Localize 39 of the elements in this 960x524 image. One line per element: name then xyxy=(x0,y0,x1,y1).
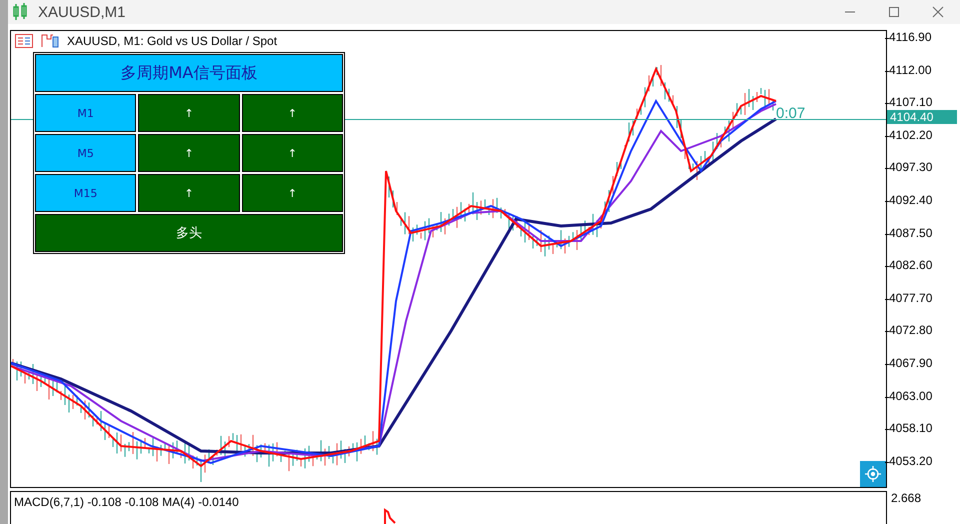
macd-label: MACD(6,7,1) -0.108 -0.108 MA(4) -0.0140 xyxy=(14,495,239,509)
current-price-label: 4104.40 xyxy=(887,110,957,124)
price-tick: 4053.20 xyxy=(887,454,932,468)
price-tick: 4112.00 xyxy=(887,62,932,77)
price-tick: 4058.10 xyxy=(887,421,932,436)
maximize-icon xyxy=(888,6,900,18)
price-tick: 4092.40 xyxy=(887,193,932,207)
timeframe-label: M15 xyxy=(35,174,136,212)
price-tick: 4082.60 xyxy=(887,258,932,272)
chart-icon[interactable] xyxy=(41,34,59,48)
list-icon[interactable] xyxy=(15,34,33,48)
signal-cell: ↑ xyxy=(138,94,240,132)
timeframe-label: M5 xyxy=(35,134,136,172)
signal-cell: ↑ xyxy=(138,174,240,212)
crosshair-icon xyxy=(865,466,881,482)
candlestick-icon xyxy=(12,3,28,21)
close-icon xyxy=(932,6,944,18)
price-tick: 4077.70 xyxy=(887,290,932,305)
signal-cell: ↑ xyxy=(242,94,343,132)
macd-tick: 2.668 xyxy=(891,491,922,505)
timeframe-label: M1 xyxy=(35,94,136,132)
price-tick: 4102.20 xyxy=(887,128,932,142)
signal-cell: ↑ xyxy=(242,174,343,212)
price-tick: 4087.50 xyxy=(887,226,932,240)
price-tick: 4072.80 xyxy=(887,323,932,338)
signal-cell: ↑ xyxy=(242,134,343,172)
macd-drawing xyxy=(383,508,397,524)
price-tick: 4097.30 xyxy=(887,160,932,174)
chart-header: XAUUSD, M1: Gold vs US Dollar / Spot xyxy=(67,34,278,48)
signal-cell: ↑ xyxy=(138,134,240,172)
trend-verdict: 多头 xyxy=(35,214,343,252)
panel-title: 多周期MA信号面板 xyxy=(35,54,343,92)
window-title: XAUUSD,M1 xyxy=(38,4,126,20)
bar-countdown: 0:07 xyxy=(776,105,806,122)
price-tick: 4067.90 xyxy=(887,356,932,370)
price-tick: 4116.90 xyxy=(887,30,932,44)
crosshair-button[interactable] xyxy=(860,461,886,487)
price-tick: 4107.10 xyxy=(887,95,932,110)
price-tick: 4063.00 xyxy=(887,388,932,403)
